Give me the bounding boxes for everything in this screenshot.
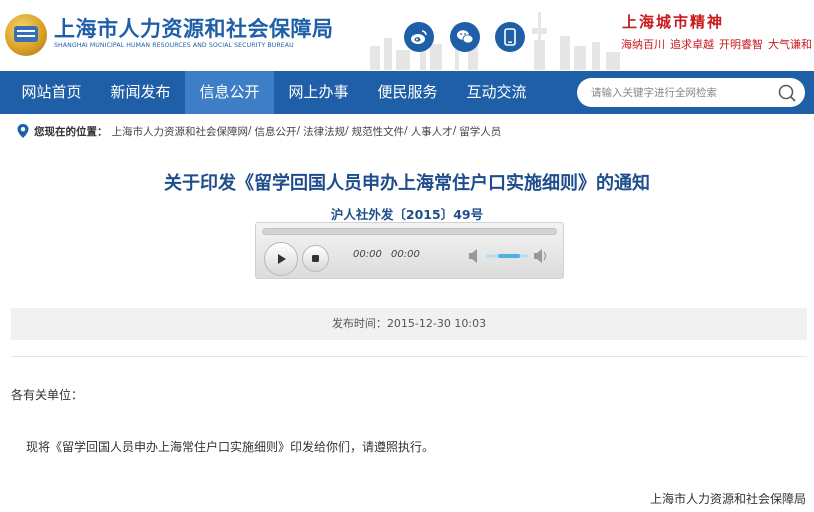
volume-control[interactable]: [468, 248, 552, 264]
article-title: 关于印发《留学回国人员申办上海常住户口实施细则》的通知: [164, 173, 650, 194]
breadcrumb-link[interactable]: 人事人才: [411, 124, 453, 139]
org-name[interactable]: 上海市人力资源和社会保障局: [54, 13, 334, 43]
volume-mute-icon: [469, 249, 477, 263]
breadcrumb-separator: /: [404, 125, 408, 137]
breadcrumb-link[interactable]: 法律法规: [303, 124, 345, 139]
org-name-english: SHANGHAI MUNICIPAL HUMAN RESOURCES AND S…: [54, 42, 294, 49]
breadcrumb-link[interactable]: 上海市人力资源和社会保障网: [112, 124, 249, 139]
slogan-item: 追求卓越: [670, 38, 714, 51]
nav-item-home[interactable]: 网站首页: [6, 71, 97, 114]
breadcrumb-separator: /: [345, 125, 349, 137]
audio-player: 00:00 00:00: [255, 222, 564, 279]
publish-time: 2015-12-30 10:03: [386, 317, 487, 330]
breadcrumb-separator: /: [248, 125, 252, 137]
publish-info: 发布时间：2015-12-30 10:03: [11, 308, 807, 340]
stop-icon: [312, 255, 319, 262]
article-salutation: 各有关单位：: [11, 388, 84, 402]
breadcrumb-label: 您现在的位置：: [34, 125, 108, 138]
current-time: 00:00: [353, 249, 382, 260]
bureau-logo-emblem[interactable]: [5, 14, 47, 56]
city-spirit-slogans: 海纳百川 追求卓越 开明睿智 大气谦和: [621, 36, 814, 52]
play-icon: [278, 254, 286, 264]
wechat-icon[interactable]: [450, 22, 480, 52]
mobile-icon[interactable]: [495, 22, 525, 52]
audio-progress-bar[interactable]: [262, 228, 557, 235]
location-pin-icon: [17, 124, 29, 138]
slogan-item: 开明睿智: [719, 38, 763, 51]
nav-item-news[interactable]: 新闻发布: [96, 71, 185, 114]
breadcrumb: 您现在的位置： 上海市人力资源和社会保障网 / 信息公开 / 法律法规 / 规范性文件…: [16, 122, 501, 140]
search-box: [577, 78, 805, 107]
breadcrumb-link[interactable]: 信息公开: [255, 124, 297, 139]
breadcrumb-link[interactable]: 留学人员: [459, 124, 501, 139]
main-nav: 网站首页 新闻发布 信息公开 网上办事 便民服务 互动交流: [0, 71, 814, 114]
breadcrumb-separator: /: [452, 125, 457, 137]
slogan-item: 大气谦和: [768, 38, 812, 51]
breadcrumb-link[interactable]: 规范性文件: [352, 124, 405, 139]
nav-item-interaction[interactable]: 互动交流: [452, 71, 541, 114]
search-icon[interactable]: [777, 83, 797, 103]
slogan-item: 海纳百川: [621, 38, 665, 51]
nav-item-online-services[interactable]: 网上办事: [274, 71, 363, 114]
site-header: 上海市人力资源和社会保障局 SHANGHAI MUNICIPAL HUMAN R…: [0, 0, 814, 70]
nav-item-info-disclosure[interactable]: 信息公开: [185, 71, 274, 114]
search-input[interactable]: [591, 83, 771, 102]
city-spirit-title: 上海城市精神: [622, 13, 725, 31]
play-button[interactable]: [264, 242, 298, 276]
weibo-icon[interactable]: [404, 22, 434, 52]
breadcrumb-separator: /: [296, 125, 301, 137]
stop-button[interactable]: [302, 245, 329, 272]
article-signature: 上海市人力资源和社会保障局: [649, 492, 806, 506]
nav-item-public-services[interactable]: 便民服务: [363, 71, 452, 114]
divider: [11, 356, 807, 357]
total-time: 00:00: [391, 249, 420, 260]
article-body: 现将《留学回国人员申办上海常住户口实施细则》印发给你们，请遵照执行。: [26, 440, 435, 454]
publish-label: 发布时间：: [331, 317, 387, 330]
volume-max-icon: [534, 249, 547, 263]
document-number: 沪人社外发〔2015〕49号: [330, 207, 484, 222]
